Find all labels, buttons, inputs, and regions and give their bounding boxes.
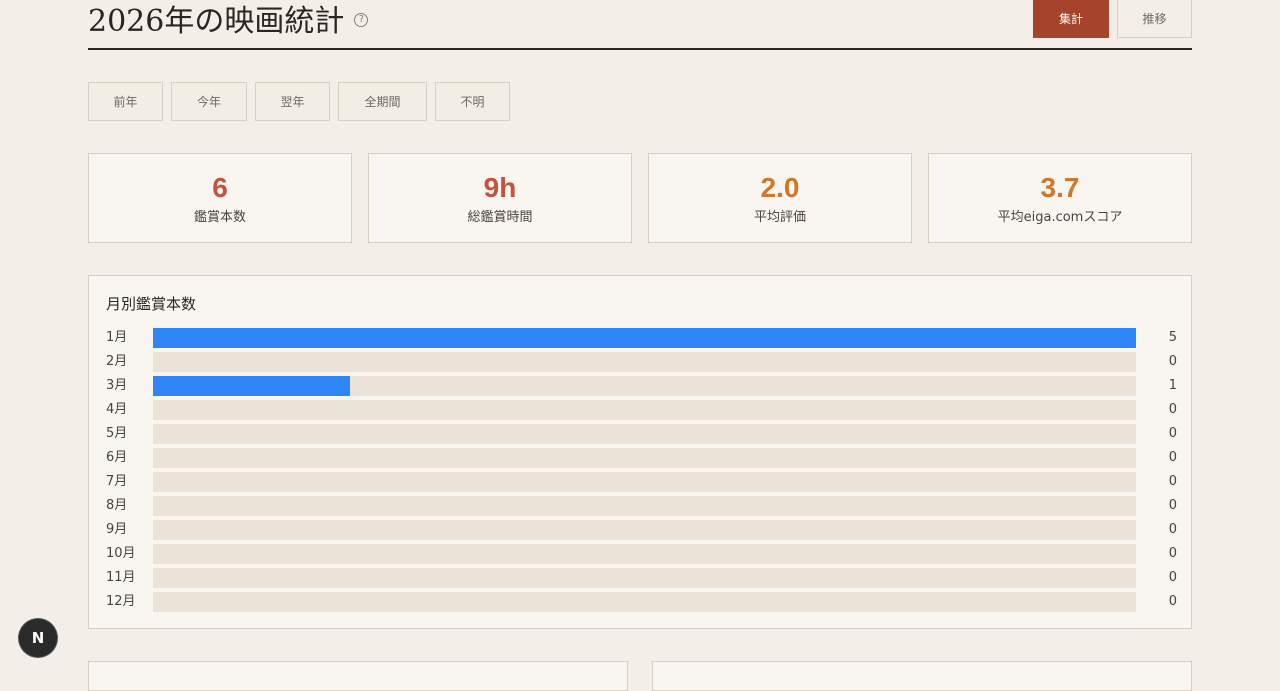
bar-value-label: 0: [1168, 426, 1177, 441]
stat-value: 9h: [483, 172, 517, 203]
stat-value: 3.7: [1040, 172, 1080, 203]
month-label: 5月: [106, 426, 128, 441]
bar-track: [153, 496, 1136, 516]
stat-value: 6: [212, 172, 228, 203]
title-wrap: 2026年の映画統計 ?: [88, 0, 369, 40]
bar-value-label: 0: [1168, 546, 1177, 561]
bar-track: [153, 520, 1136, 540]
stat-card-watch-count: 6 鑑賞本数: [88, 153, 352, 243]
bar-value-label: 0: [1168, 474, 1177, 489]
page-title: 2026年の映画統計: [88, 4, 345, 39]
stat-label: 平均eiga.comスコア: [997, 210, 1123, 225]
month-label: 7月: [106, 474, 128, 489]
month-label: 6月: [106, 450, 128, 465]
bar-value-label: 0: [1168, 498, 1177, 513]
bar-track: [153, 472, 1136, 492]
month-label: 9月: [106, 522, 128, 537]
stat-label: 鑑賞本数: [193, 210, 246, 225]
stat-card-avg-rating: 2.0 平均評価: [648, 153, 912, 243]
stat-card-avg-eiga-score: 3.7 平均eiga.comスコア: [928, 153, 1192, 243]
bar-track: [153, 352, 1136, 372]
bar-value-label: 0: [1168, 522, 1177, 537]
trend-view-button[interactable]: 推移: [1117, 0, 1192, 38]
stat-card-total-time: 9h 総鑑賞時間: [368, 153, 632, 243]
month-label: 1月: [106, 330, 128, 345]
bar-chart: 1月 5 2月 0 3月 1 4月 0 5月 0 6月 0 7月 0 8月 0 9月 0 10月 0 11月 0 12月 0: [89, 276, 1193, 630]
summary-view-button[interactable]: 集計: [1033, 0, 1109, 38]
month-label: 8月: [106, 498, 128, 513]
stat-label: 総鑑賞時間: [467, 210, 533, 225]
nextjs-icon[interactable]: N: [19, 619, 57, 657]
month-label: 11月: [106, 570, 136, 585]
bar: [153, 376, 350, 396]
bar-track: [153, 424, 1136, 444]
bar-track: [153, 544, 1136, 564]
stats-row: 6 鑑賞本数 9h 総鑑賞時間 2.0 平均評価 3.7 平均eiga.comス…: [88, 153, 1192, 243]
bar-value-label: 0: [1168, 402, 1177, 417]
year-filter-bar: 前年 今年 翌年 全期間 不明: [88, 82, 510, 121]
bar-value-label: 0: [1168, 354, 1177, 369]
help-icon[interactable]: ?: [354, 13, 369, 27]
month-label: 10月: [106, 546, 136, 561]
page-header: 2026年の映画統計 ? 集計 推移: [88, 0, 1192, 50]
bar-value-label: 0: [1168, 570, 1177, 585]
bar-track: [153, 400, 1136, 420]
bar-value-label: 0: [1168, 450, 1177, 465]
stat-label: 平均評価: [753, 210, 806, 225]
bar-track: [153, 376, 1136, 396]
bar: [153, 328, 1136, 348]
month-label: 12月: [106, 594, 136, 609]
month-label: 3月: [106, 378, 128, 393]
stat-value: 2.0: [760, 172, 800, 203]
month-label: 4月: [106, 402, 128, 417]
next-year-button[interactable]: 翌年: [255, 82, 330, 121]
bottom-panel-left: [88, 661, 628, 691]
bar-track: [153, 568, 1136, 588]
chart-title: 月別鑑賞本数: [106, 295, 197, 313]
prev-year-button[interactable]: 前年: [88, 82, 163, 121]
this-year-button[interactable]: 今年: [171, 82, 247, 121]
all-time-button[interactable]: 全期間: [338, 82, 427, 121]
month-label: 2月: [106, 354, 128, 369]
bar-track: [153, 592, 1136, 612]
bar-value-label: 0: [1168, 594, 1177, 609]
bottom-panel-right: [652, 661, 1192, 691]
unknown-year-button[interactable]: 不明: [435, 82, 510, 121]
bar-track: [153, 448, 1136, 468]
bar-value-label: 1: [1168, 378, 1177, 393]
bar-value-label: 5: [1168, 330, 1177, 345]
bar-track: [153, 328, 1136, 348]
monthly-chart-panel: 1月 5 2月 0 3月 1 4月 0 5月 0 6月 0 7月 0 8月 0 9月 0 10月 0 11月 0 12月 0 …: [88, 275, 1192, 629]
